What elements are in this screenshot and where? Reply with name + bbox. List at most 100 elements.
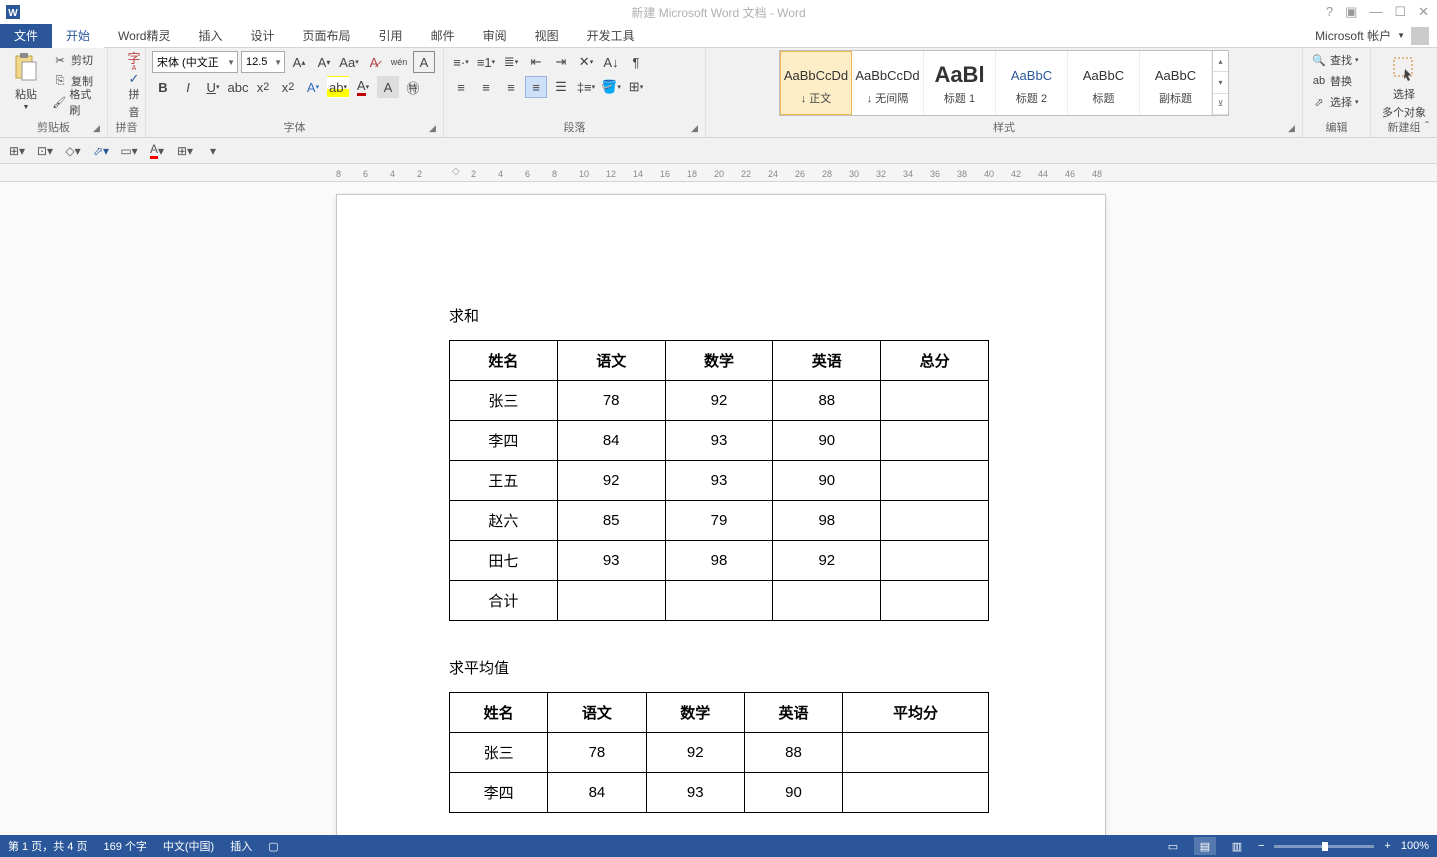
ribbon-options-icon[interactable]: ▣ [1345, 4, 1357, 20]
char-border-button[interactable]: A [413, 51, 435, 73]
style-item[interactable]: AaBbCcDd↓ 无间隔 [852, 51, 924, 115]
table-cell[interactable] [881, 461, 989, 501]
change-case-button[interactable]: Aa▾ [338, 51, 360, 73]
qat-btn7[interactable]: ⊞▾ [174, 141, 196, 161]
table-cell[interactable] [881, 501, 989, 541]
table-cell[interactable]: 92 [773, 541, 881, 581]
table-cell[interactable] [881, 541, 989, 581]
show-marks-button[interactable]: ¶ [625, 51, 647, 73]
superscript-button[interactable]: x2 [277, 76, 299, 98]
dialog-launcher-icon[interactable]: ◢ [429, 123, 441, 135]
multilevel-button[interactable]: ≣▾ [500, 51, 522, 73]
table-cell[interactable]: 93 [646, 773, 744, 813]
tab-review[interactable]: 审阅 [469, 24, 521, 48]
cut-button[interactable]: ✂剪切 [50, 50, 101, 70]
table-cell[interactable]: 88 [773, 381, 881, 421]
table-cell[interactable]: 84 [557, 421, 665, 461]
table-row[interactable]: 田七939892 [450, 541, 989, 581]
font-name-combo[interactable]: 宋体 (中文正▼ [152, 51, 238, 73]
qat-btn6[interactable]: A▾ [146, 141, 168, 161]
tab-design[interactable]: 设计 [237, 24, 289, 48]
shrink-font-button[interactable]: A▾ [313, 51, 335, 73]
close-icon[interactable]: ✕ [1418, 4, 1429, 20]
style-item[interactable]: AaBbC副标题 [1140, 51, 1212, 115]
asian-layout-button[interactable]: ✕▾ [575, 51, 597, 73]
table-header[interactable]: 数学 [665, 341, 773, 381]
table-cell[interactable] [843, 733, 989, 773]
zoom-level[interactable]: 100% [1401, 840, 1429, 852]
horizontal-ruler[interactable]: 8642246810121416182022242628303234363840… [0, 164, 1437, 182]
minimize-icon[interactable]: — [1369, 4, 1382, 20]
table-cell[interactable] [773, 581, 881, 621]
table-cell[interactable]: 93 [557, 541, 665, 581]
style-item[interactable]: AaBbC标题 2 [996, 51, 1068, 115]
qat-btn5[interactable]: ▭▾ [118, 141, 140, 161]
qat-btn3[interactable]: ◇▾ [62, 141, 84, 161]
table-cell[interactable]: 79 [665, 501, 773, 541]
table-header[interactable]: 总分 [881, 341, 989, 381]
table-header[interactable]: 数学 [646, 693, 744, 733]
table-header[interactable]: 平均分 [843, 693, 989, 733]
numbering-button[interactable]: ≡1▾ [475, 51, 497, 73]
underline-button[interactable]: U▾ [202, 76, 224, 98]
table-cell[interactable] [881, 581, 989, 621]
table-cell[interactable]: 78 [557, 381, 665, 421]
qat-btn1[interactable]: ⊞▾ [6, 141, 28, 161]
find-button[interactable]: 🔍查找▾ [1309, 50, 1364, 70]
select-objects-button[interactable]: 选择 多个对象 [1377, 50, 1431, 122]
shading-button[interactable]: 🪣▾ [600, 76, 622, 98]
strikethrough-button[interactable]: abc [227, 76, 249, 98]
font-color-button[interactable]: A▾ [352, 76, 374, 98]
tab-layout[interactable]: 页面布局 [289, 24, 365, 48]
tab-view[interactable]: 视图 [521, 24, 573, 48]
table-cell[interactable]: 张三 [450, 733, 548, 773]
dialog-launcher-icon[interactable]: ◢ [1288, 123, 1300, 135]
table-header[interactable]: 姓名 [450, 341, 558, 381]
gallery-more-icon[interactable]: ⊻ [1213, 94, 1228, 115]
decrease-indent-button[interactable]: ⇤ [525, 51, 547, 73]
increase-indent-button[interactable]: ⇥ [550, 51, 572, 73]
table-cell[interactable]: 92 [665, 381, 773, 421]
dialog-launcher-icon[interactable]: ◢ [691, 123, 703, 135]
clear-format-button[interactable]: A̷ [363, 51, 385, 73]
style-item[interactable]: AaBl标题 1 [924, 51, 996, 115]
table-avg[interactable]: 姓名语文数学英语平均分张三789288李四849390 [449, 692, 989, 813]
align-center-button[interactable]: ≡ [475, 76, 497, 98]
styles-gallery[interactable]: AaBbCcDd↓ 正文AaBbCcDd↓ 无间隔AaBl标题 1AaBbC标题… [779, 50, 1229, 116]
table-cell[interactable] [665, 581, 773, 621]
maximize-icon[interactable]: ☐ [1394, 4, 1406, 20]
bold-button[interactable]: B [152, 76, 174, 98]
grow-font-button[interactable]: A▴ [288, 51, 310, 73]
table-row[interactable]: 王五929390 [450, 461, 989, 501]
view-web-icon[interactable]: ▥ [1226, 837, 1248, 855]
table-cell[interactable] [881, 381, 989, 421]
replace-button[interactable]: ab替换 [1309, 71, 1364, 91]
table-cell[interactable]: 92 [646, 733, 744, 773]
highlight-button[interactable]: ab▾ [327, 76, 349, 98]
dialog-launcher-icon[interactable]: ◢ [93, 123, 105, 135]
table-cell[interactable]: 84 [548, 773, 646, 813]
table-cell[interactable]: 98 [665, 541, 773, 581]
table-cell[interactable]: 赵六 [450, 501, 558, 541]
paste-button[interactable]: 粘贴 ▼ [6, 50, 46, 113]
text-effects-button[interactable]: A▾ [302, 76, 324, 98]
view-read-icon[interactable]: ▭ [1162, 837, 1184, 855]
table-cell[interactable]: 90 [744, 773, 842, 813]
table-cell[interactable]: 张三 [450, 381, 558, 421]
table-cell[interactable]: 90 [773, 461, 881, 501]
qat-btn8[interactable]: ▾ [202, 141, 224, 161]
table-header[interactable]: 姓名 [450, 693, 548, 733]
style-item[interactable]: AaBbCcDd↓ 正文 [780, 51, 852, 115]
macro-record-icon[interactable]: ▢ [268, 840, 278, 853]
tab-file[interactable]: 文件 [0, 24, 52, 48]
bullets-button[interactable]: ≡·▾ [450, 51, 472, 73]
table-row[interactable]: 合计 [450, 581, 989, 621]
tab-references[interactable]: 引用 [365, 24, 417, 48]
tab-mail[interactable]: 邮件 [417, 24, 469, 48]
zoom-out-button[interactable]: − [1258, 840, 1264, 852]
sort-button[interactable]: A↓ [600, 51, 622, 73]
table-cell[interactable]: 98 [773, 501, 881, 541]
qat-btn4[interactable]: ⬀▾ [90, 141, 112, 161]
subscript-button[interactable]: x2 [252, 76, 274, 98]
document-page[interactable]: 求和 姓名语文数学英语总分张三789288李四849390王五929390赵六8… [336, 194, 1106, 835]
